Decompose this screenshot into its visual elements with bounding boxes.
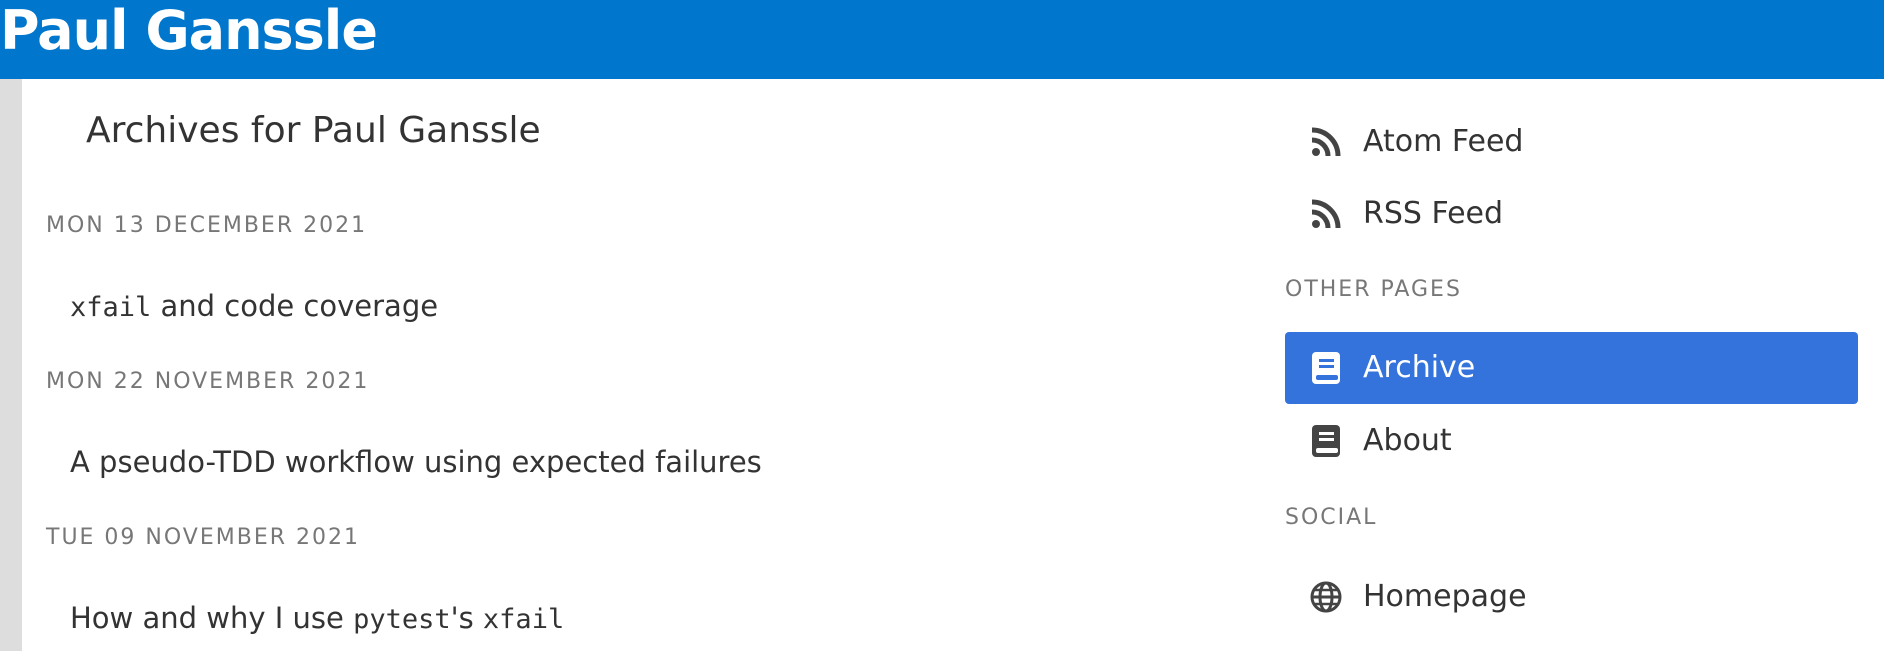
- sidebar-item-atom-feed[interactable]: Atom Feed: [1285, 106, 1858, 178]
- post-title-code: xfail: [70, 292, 152, 323]
- rss-icon: [1309, 197, 1343, 231]
- post-title-text: and code coverage: [151, 289, 439, 323]
- sidebar-item-label: Homepage: [1363, 579, 1527, 614]
- book-icon: [1309, 424, 1343, 458]
- sidebar-heading-other-pages: OTHER PAGES: [1285, 277, 1462, 302]
- sidebar-item-rss-feed[interactable]: RSS Feed: [1285, 178, 1858, 250]
- post-date: MON 22 NOVEMBER 2021: [46, 369, 370, 394]
- post-link-pytest-xfail[interactable]: How and why I use pytest's xfail: [70, 600, 564, 638]
- post-date: MON 13 DECEMBER 2021: [46, 213, 368, 238]
- page-title: Archives for Paul Ganssle: [86, 110, 541, 151]
- site-header: Paul Ganssle: [0, 0, 1884, 79]
- post-date: TUE 09 NOVEMBER 2021: [46, 525, 361, 550]
- post-title-code: xfail: [482, 604, 565, 635]
- post-title-text: How and why I use: [70, 601, 354, 635]
- sidebar-item-about[interactable]: About: [1285, 405, 1858, 477]
- sidebar-item-homepage[interactable]: Homepage: [1285, 561, 1858, 633]
- sidebar-item-label: Archive: [1363, 350, 1476, 385]
- post-title-code: pytest: [353, 604, 451, 635]
- post-link-pseudo-tdd[interactable]: A pseudo-TDD workflow using expected fai…: [70, 444, 762, 480]
- sidebar-item-archive[interactable]: Archive: [1285, 332, 1858, 404]
- post-title-text: 's: [450, 601, 483, 635]
- sidebar-heading-social: SOCIAL: [1285, 505, 1378, 530]
- globe-icon: [1309, 580, 1343, 614]
- left-border: [0, 79, 22, 651]
- post-link-xfail-coverage[interactable]: xfail and code coverage: [70, 288, 438, 326]
- post-title-text: A pseudo-TDD workflow using expected fai…: [70, 445, 762, 479]
- site-title[interactable]: Paul Ganssle: [0, 0, 378, 66]
- sidebar-item-label: Atom Feed: [1363, 124, 1524, 159]
- sidebar-item-label: About: [1363, 423, 1452, 458]
- sidebar-item-label: RSS Feed: [1363, 196, 1504, 231]
- book-icon: [1309, 351, 1343, 385]
- rss-icon: [1309, 125, 1343, 159]
